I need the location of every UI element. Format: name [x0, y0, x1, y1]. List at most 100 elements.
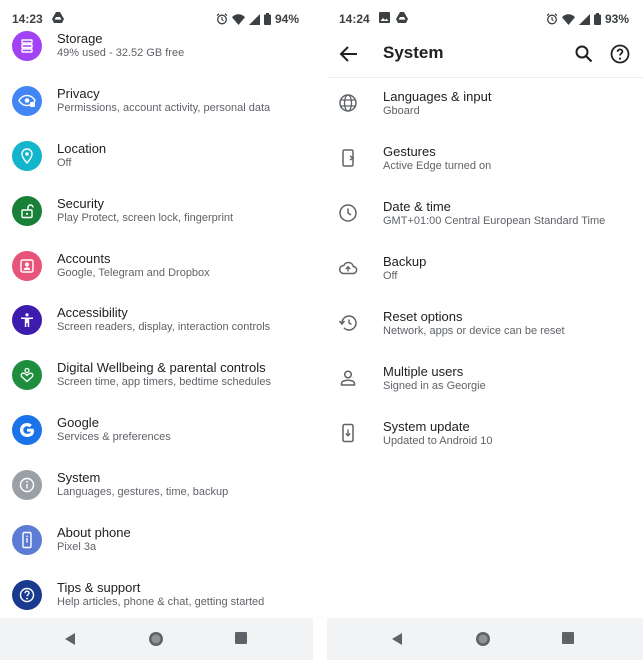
- item-title: Date & time: [383, 199, 451, 214]
- gestures-phone-icon: [337, 147, 359, 169]
- battery-icon: [593, 13, 601, 25]
- clock-icon: [337, 202, 359, 224]
- person-icon: [337, 367, 359, 389]
- info-icon: [12, 470, 42, 500]
- settings-item-about-phone[interactable]: About phone Pixel 3a: [0, 521, 313, 575]
- status-notifications: [52, 12, 64, 23]
- account-box-icon: [12, 251, 42, 281]
- settings-item-security[interactable]: Security Play Protect, screen lock, fing…: [0, 192, 313, 246]
- item-title: Security: [57, 196, 104, 211]
- wifi-icon: [231, 13, 245, 25]
- status-bar: 14:24 93%: [327, 0, 643, 28]
- navigation-bar: [327, 618, 643, 660]
- item-title: Multiple users: [383, 364, 464, 379]
- settings-item-google[interactable]: Google Services & preferences: [0, 411, 313, 465]
- status-system-icons: 93%: [546, 12, 629, 26]
- item-subtitle: Services & preferences: [57, 431, 171, 443]
- system-item-languages[interactable]: Languages & input Gboard: [327, 80, 643, 134]
- item-subtitle: Google, Telegram and Dropbox: [57, 267, 210, 279]
- settings-item-location[interactable]: Location Off: [0, 137, 313, 191]
- system-item-date-time[interactable]: Date & time GMT+01:00 Central European S…: [327, 190, 643, 244]
- battery-percent: 93%: [604, 12, 629, 26]
- back-triangle-icon[interactable]: [62, 630, 80, 648]
- item-subtitle: 49% used - 32.52 GB free: [57, 47, 185, 59]
- item-title: Gestures: [383, 144, 436, 159]
- item-title: Backup: [383, 254, 427, 269]
- system-item-reset-options[interactable]: Reset options Network, apps or device ca…: [327, 300, 643, 354]
- accessibility-person-icon: [12, 305, 42, 335]
- status-time: 14:24: [339, 12, 370, 26]
- restore-icon: [337, 312, 359, 334]
- item-subtitle: Pixel 3a: [57, 541, 97, 553]
- battery-icon: [263, 13, 271, 25]
- settings-item-storage[interactable]: Storage 49% used - 32.52 GB free: [0, 28, 313, 68]
- status-notifications: [379, 12, 408, 23]
- item-title: Languages & input: [383, 89, 492, 104]
- navigation-bar: [0, 618, 313, 660]
- app-bar: System: [327, 30, 643, 78]
- back-arrow-icon[interactable]: [337, 42, 361, 66]
- alarm-icon: [546, 13, 558, 25]
- settings-screen: 14:23 94% Storage 49% used - 32.52 GB fr…: [0, 0, 313, 660]
- item-subtitle: Play Protect, screen lock, fingerprint: [57, 212, 234, 224]
- item-title: Digital Wellbeing & parental controls: [57, 360, 266, 375]
- system-item-backup[interactable]: Backup Off: [327, 245, 643, 299]
- back-triangle-icon[interactable]: [389, 630, 407, 648]
- status-system-icons: 94%: [216, 12, 299, 26]
- help-icon: [12, 580, 42, 610]
- item-subtitle: Help articles, phone & chat, getting sta…: [57, 596, 265, 608]
- alarm-icon: [216, 13, 228, 25]
- wifi-icon: [561, 13, 575, 25]
- item-title: Tips & support: [57, 580, 141, 595]
- item-subtitle: Screen time, app timers, bedtime schedul…: [57, 376, 271, 388]
- item-subtitle: Updated to Android 10: [383, 435, 493, 447]
- item-subtitle: GMT+01:00 Central European Standard Time: [383, 215, 606, 227]
- item-subtitle: Signed in as Georgie: [383, 380, 486, 392]
- system-item-multiple-users[interactable]: Multiple users Signed in as Georgie: [327, 355, 643, 409]
- settings-item-digital-wellbeing[interactable]: Digital Wellbeing & parental controls Sc…: [0, 356, 313, 410]
- drive-notification-icon: [52, 12, 64, 23]
- item-subtitle: Screen readers, display, interaction con…: [57, 321, 271, 333]
- settings-item-privacy[interactable]: Privacy Permissions, account activity, p…: [0, 82, 313, 136]
- home-circle-icon[interactable]: [474, 630, 492, 648]
- drive-notification-icon: [396, 12, 408, 23]
- item-subtitle: Languages, gestures, time, backup: [57, 486, 229, 498]
- settings-item-accessibility[interactable]: Accessibility Screen readers, display, i…: [0, 301, 313, 355]
- page-title: System: [383, 43, 444, 62]
- recents-square-icon[interactable]: [560, 630, 578, 648]
- item-subtitle: Network, apps or device can be reset: [383, 325, 565, 337]
- item-subtitle: Active Edge turned on: [383, 160, 492, 172]
- system-item-system-update[interactable]: System update Updated to Android 10: [327, 410, 643, 464]
- home-circle-icon[interactable]: [147, 630, 165, 648]
- recents-square-icon[interactable]: [233, 630, 251, 648]
- item-title: About phone: [57, 525, 131, 540]
- google-g-icon: [12, 415, 42, 445]
- globe-icon: [337, 92, 359, 114]
- signal-icon: [248, 13, 260, 25]
- item-title: Storage: [57, 31, 103, 46]
- privacy-eye-icon: [12, 86, 42, 116]
- lock-icon: [12, 196, 42, 226]
- item-title: Reset options: [383, 309, 463, 324]
- help-icon[interactable]: [609, 43, 631, 65]
- item-title: Location: [57, 141, 107, 156]
- item-title: Accounts: [57, 251, 111, 266]
- location-pin-icon: [12, 141, 42, 171]
- wellbeing-heart-icon: [12, 360, 42, 390]
- settings-item-system[interactable]: System Languages, gestures, time, backup: [0, 466, 313, 520]
- cloud-upload-icon: [337, 257, 359, 279]
- signal-icon: [578, 13, 590, 25]
- image-notification-icon: [379, 12, 390, 23]
- item-subtitle: Off: [57, 157, 72, 169]
- item-subtitle: Permissions, account activity, personal …: [57, 102, 271, 114]
- item-title: System: [57, 470, 101, 485]
- search-icon[interactable]: [573, 43, 595, 65]
- battery-percent: 94%: [274, 12, 299, 26]
- item-title: Google: [57, 415, 99, 430]
- system-item-gestures[interactable]: Gestures Active Edge turned on: [327, 135, 643, 189]
- settings-item-accounts[interactable]: Accounts Google, Telegram and Dropbox: [0, 247, 313, 301]
- status-time: 14:23: [12, 12, 43, 26]
- system-update-icon: [337, 422, 359, 444]
- item-subtitle: Off: [383, 270, 398, 282]
- phone-icon: [12, 525, 42, 555]
